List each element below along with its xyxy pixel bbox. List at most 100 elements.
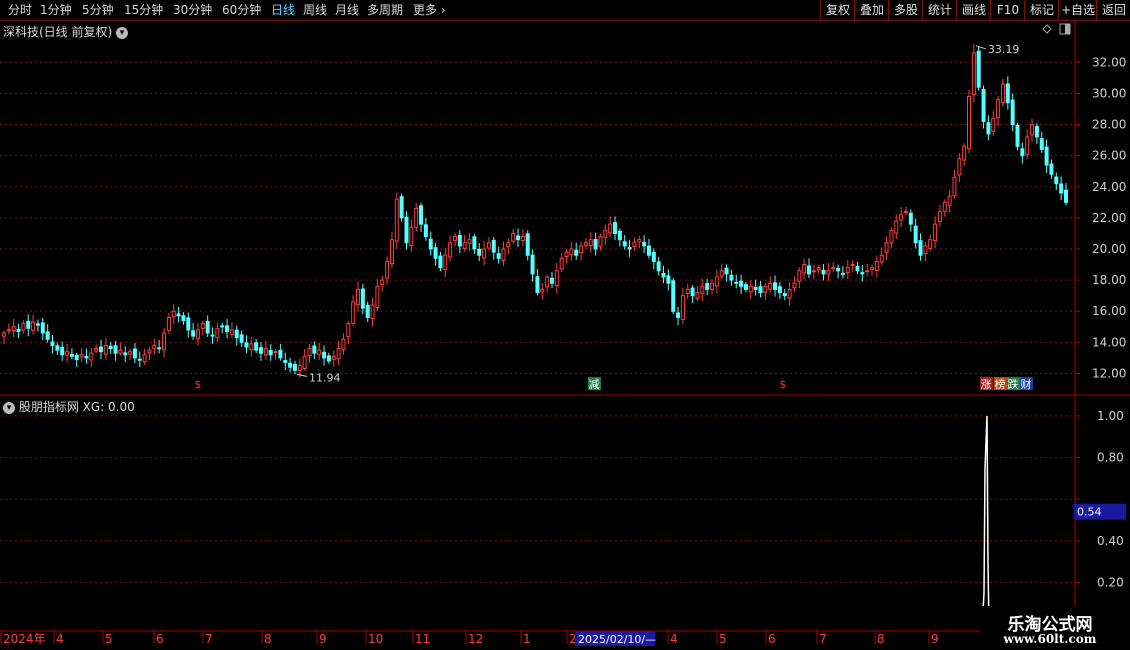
candle-body — [680, 295, 685, 320]
toolbar-button-7[interactable]: +自选 — [1058, 0, 1097, 20]
candle-body — [899, 214, 904, 221]
date-label: 2024年 — [3, 632, 46, 646]
high-label: 33.19 — [988, 43, 1020, 56]
tab-period-2[interactable]: 5分钟 — [82, 2, 114, 18]
y-tick-label: 0.20 — [1097, 575, 1124, 589]
y-tick-label: 14.00 — [1092, 335, 1126, 349]
candle-body — [714, 276, 719, 287]
candle-body — [278, 349, 283, 359]
tab-period-5[interactable]: 60分钟 — [222, 2, 261, 18]
y-tick-label: 0.40 — [1097, 534, 1124, 548]
candle-body — [288, 362, 293, 368]
tab-period-6[interactable]: 日线 — [271, 2, 295, 18]
candle-body — [1054, 176, 1059, 185]
candle-body — [186, 317, 191, 331]
toolbar-button-4[interactable]: 画线 — [956, 0, 991, 20]
candle-body — [753, 286, 758, 290]
candle-body — [380, 279, 385, 286]
candle-body — [928, 239, 933, 249]
candle-body — [603, 229, 608, 238]
candle-body — [908, 212, 913, 225]
event-marker[interactable]: $ — [780, 378, 787, 391]
candle-body — [84, 355, 89, 359]
candle-body — [360, 288, 365, 309]
chevron-down-icon[interactable]: ▾ — [116, 26, 129, 39]
toolbar-button-0[interactable]: 复权 — [820, 0, 855, 20]
candle-body — [976, 50, 981, 88]
tab-period-7[interactable]: 周线 — [303, 2, 327, 18]
candle-body — [157, 347, 162, 350]
candle-body — [986, 122, 991, 135]
candle-body — [215, 327, 220, 339]
high-pointer — [975, 45, 987, 50]
y-tick-label: 1.00 — [1097, 409, 1124, 423]
candle-body — [826, 270, 831, 275]
candle-body — [748, 285, 753, 293]
candle-body — [486, 242, 491, 249]
tab-period-4[interactable]: 30分钟 — [173, 2, 212, 18]
candle-body — [874, 260, 879, 271]
candle-body — [787, 288, 792, 299]
y-tick-label: 12.00 — [1092, 366, 1126, 380]
candle-body — [452, 236, 457, 241]
candle-body — [171, 310, 176, 318]
candle-body — [443, 254, 448, 271]
event-marker[interactable]: 涨 — [981, 378, 992, 391]
tab-period-10[interactable]: 更多 › — [413, 2, 446, 18]
event-marker[interactable]: $ — [195, 378, 202, 391]
candle-body — [60, 346, 65, 356]
event-marker[interactable]: 跌 — [1008, 377, 1019, 391]
toolbar-button-6[interactable]: 标记 — [1024, 0, 1059, 20]
tab-period-9[interactable]: 多周期 — [367, 2, 403, 18]
candle-body — [700, 285, 705, 294]
candle-body — [559, 257, 564, 270]
candle-body — [564, 251, 569, 257]
candle-body — [540, 288, 545, 293]
y-tick-label: 28.00 — [1092, 118, 1126, 132]
y-tick-label: 32.00 — [1092, 55, 1126, 69]
candle-body — [739, 280, 744, 287]
candle-body — [98, 346, 103, 353]
candle-body — [89, 352, 94, 361]
event-marker[interactable]: 榜 — [995, 377, 1006, 391]
tab-period-0[interactable]: 分时 — [8, 2, 32, 18]
chevron-down-icon[interactable]: ▾ — [3, 401, 15, 414]
tab-period-8[interactable]: 月线 — [335, 2, 359, 18]
candle-body — [462, 242, 467, 250]
candle-body — [811, 270, 816, 273]
indicator-chart[interactable]: 1.00 0.80 0.40 0.20 0.54 — [0, 396, 1130, 630]
candle-body — [244, 342, 249, 348]
toolbar-button-1[interactable]: 叠加 — [854, 0, 889, 20]
candle-body — [763, 285, 768, 293]
candle-body — [549, 277, 554, 284]
candle-body — [758, 286, 763, 294]
event-marker[interactable]: 减 — [589, 378, 600, 391]
toolbar-button-3[interactable]: 统计 — [922, 0, 957, 20]
tab-period-1[interactable]: 1分钟 — [40, 2, 72, 18]
tab-period-3[interactable]: 15分钟 — [124, 2, 163, 18]
toolbar-button-8[interactable]: 返回 — [1096, 0, 1130, 20]
candle-body — [336, 348, 341, 360]
candle-body — [671, 280, 676, 312]
candle-body — [491, 239, 496, 253]
candle-body — [399, 196, 404, 219]
toolbar-button-2[interactable]: 多股 — [888, 0, 923, 20]
candle-body — [535, 276, 540, 294]
kline-chart[interactable]: 32.00 30.00 28.00 26.00 24.00 22.00 20.00 18.00… — [0, 21, 1130, 396]
candle-body — [123, 352, 128, 356]
y-tick-label: 0.80 — [1097, 451, 1124, 465]
event-marker[interactable]: 财 — [1021, 377, 1032, 391]
candle-body — [729, 274, 734, 281]
candle-body — [816, 267, 821, 271]
candle-body — [831, 267, 836, 270]
candle-body — [385, 260, 390, 279]
main-panel-header: 深科技(日线 前复权) ▾ — [3, 23, 129, 40]
low-label: 11.94 — [309, 371, 341, 384]
candle-body — [903, 211, 908, 214]
diamond-icon[interactable] — [1042, 24, 1052, 34]
candle-body — [598, 236, 603, 247]
toolbar-button-5[interactable]: F10 — [990, 0, 1025, 20]
date-axis: 2024年 4 5 6 7 8 9 10 11 12 1 2 4 5 6 7 8 92025/02/10/— — [0, 630, 1130, 646]
candle-body — [312, 345, 317, 354]
candle-body — [341, 338, 346, 351]
